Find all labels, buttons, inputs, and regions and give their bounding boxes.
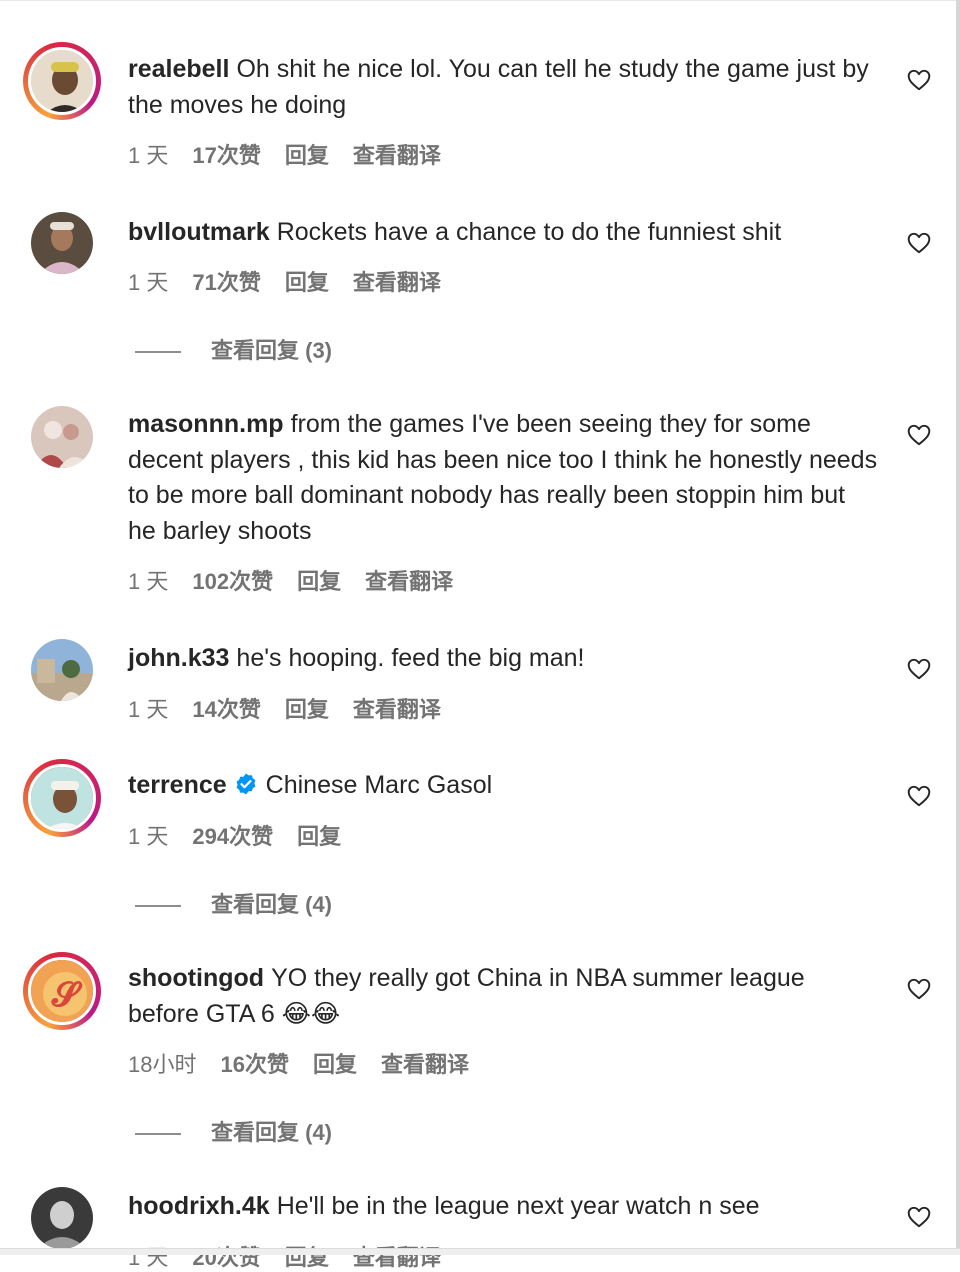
- view-replies-button[interactable]: 查看回复 (3): [135, 333, 332, 365]
- story-ring[interactable]: [23, 759, 101, 837]
- comment-time[interactable]: 1 天: [128, 697, 168, 722]
- comment-meta: 1 天 71次赞 回复 查看翻译: [128, 265, 465, 297]
- comment-username[interactable]: masonnn.mp: [128, 410, 284, 438]
- comment-body: Oh shit he nice lol. You can tell he stu…: [128, 55, 869, 119]
- avatar-wrap[interactable]: [31, 639, 93, 701]
- user-avatar-icon[interactable]: [31, 639, 93, 701]
- view-replies-label[interactable]: 查看回复 (4): [211, 1120, 332, 1145]
- comment-username[interactable]: terrence: [128, 771, 227, 799]
- comment-meta: 1 天 17次赞 回复 查看翻译: [128, 138, 465, 170]
- comment-text-block: realebell Oh shit he nice lol. You can te…: [128, 52, 878, 123]
- heart-icon[interactable]: [906, 976, 932, 1002]
- comment-time[interactable]: 1 天: [128, 824, 168, 849]
- comment-text-block: shootingod YO they really got China in NB…: [128, 961, 878, 1032]
- comment-likes[interactable]: 71次赞: [192, 270, 260, 295]
- comment-text-block: terrence Chinese Marc Gasol: [128, 768, 878, 804]
- reply-button[interactable]: 回复: [285, 143, 329, 168]
- reply-button[interactable]: 回复: [285, 697, 329, 722]
- replies-dash: [135, 1133, 181, 1136]
- comment-body: Chinese Marc Gasol: [265, 771, 493, 799]
- avatar-wrap[interactable]: [31, 406, 93, 468]
- view-replies-label[interactable]: 查看回复 (4): [211, 892, 332, 917]
- comment-meta: 1 天 102次赞 回复 查看翻译: [128, 564, 477, 596]
- comment-username[interactable]: realebell: [128, 55, 229, 83]
- comment-body: Rockets have a chance to do the funniest…: [276, 218, 782, 246]
- story-ring[interactable]: [23, 42, 101, 120]
- user-avatar-icon[interactable]: [28, 764, 96, 832]
- translate-button[interactable]: 查看翻译: [365, 569, 453, 594]
- heart-icon[interactable]: [906, 422, 932, 448]
- comment-meta: 18小时 16次赞 回复 查看翻译: [128, 1047, 493, 1079]
- heart-icon[interactable]: [906, 1204, 932, 1230]
- view-replies-button[interactable]: 查看回复 (4): [135, 1115, 332, 1147]
- comment-likes[interactable]: 102次赞: [192, 569, 273, 594]
- translate-button[interactable]: 查看翻译: [353, 270, 441, 295]
- heart-icon[interactable]: [906, 783, 932, 809]
- translate-button[interactable]: 查看翻译: [353, 697, 441, 722]
- comment-username[interactable]: john.k33: [128, 644, 229, 672]
- comment-meta: 1 天 294次赞 回复: [128, 819, 365, 851]
- comment-text-block: john.k33 he's hooping. feed the big man!: [128, 641, 878, 677]
- comment-username[interactable]: shootingod: [128, 964, 264, 992]
- comment-likes[interactable]: 17次赞: [192, 143, 260, 168]
- comment-likes[interactable]: 14次赞: [192, 697, 260, 722]
- comment-time[interactable]: 18小时: [128, 1052, 196, 1077]
- comment-likes[interactable]: 16次赞: [220, 1052, 288, 1077]
- comment-username[interactable]: hoodrixh.4k: [128, 1192, 270, 1220]
- user-avatar-icon[interactable]: [31, 406, 93, 468]
- heart-icon[interactable]: [906, 656, 932, 682]
- comment-body: he's hooping. feed the big man!: [236, 644, 585, 672]
- comment-meta: 1 天 20次赞 回复 查看翻译: [128, 1240, 465, 1272]
- comment-username[interactable]: bvlloutmark: [128, 218, 270, 246]
- view-replies-button[interactable]: 查看回复 (4): [135, 887, 332, 919]
- comment-body: He'll be in the league next year watch n…: [276, 1192, 760, 1220]
- comment-time[interactable]: 1 天: [128, 143, 168, 168]
- user-avatar-icon[interactable]: [31, 212, 93, 274]
- heart-icon[interactable]: [906, 67, 932, 93]
- translate-button[interactable]: 查看翻译: [381, 1052, 469, 1077]
- avatar-wrap[interactable]: [31, 212, 93, 274]
- reply-button[interactable]: 回复: [297, 824, 341, 849]
- replies-dash: [135, 351, 181, 354]
- window-frame-edge: [956, 0, 960, 1255]
- translate-button[interactable]: 查看翻译: [353, 143, 441, 168]
- comment-meta: 1 天 14次赞 回复 查看翻译: [128, 692, 465, 724]
- comment-text-block: bvlloutmark Rockets have a chance to do t…: [128, 215, 878, 251]
- user-avatar-icon[interactable]: [28, 47, 96, 115]
- comment-time[interactable]: 1 天: [128, 270, 168, 295]
- view-replies-label[interactable]: 查看回复 (3): [211, 338, 332, 363]
- verified-badge-icon: [236, 773, 256, 795]
- story-ring[interactable]: 𝓢: [23, 952, 101, 1030]
- user-avatar-icon[interactable]: [31, 1187, 93, 1249]
- reply-button[interactable]: 回复: [313, 1052, 357, 1077]
- heart-icon[interactable]: [906, 230, 932, 256]
- reply-button[interactable]: 回复: [297, 569, 341, 594]
- window-frame-bottom: [0, 1248, 960, 1255]
- comment-likes[interactable]: 294次赞: [192, 824, 273, 849]
- comment-text-block: hoodrixh.4k He'll be in the league next y…: [128, 1189, 878, 1225]
- replies-dash: [135, 905, 181, 908]
- comment-time[interactable]: 1 天: [128, 569, 168, 594]
- comment-text-block: masonnn.mp from the games I've been seein…: [128, 407, 878, 549]
- user-avatar-icon[interactable]: 𝓢: [28, 957, 96, 1025]
- avatar-wrap[interactable]: [31, 1187, 93, 1249]
- svg-text:𝓢: 𝓢: [51, 975, 83, 1015]
- top-divider: [0, 0, 956, 1]
- reply-button[interactable]: 回复: [285, 270, 329, 295]
